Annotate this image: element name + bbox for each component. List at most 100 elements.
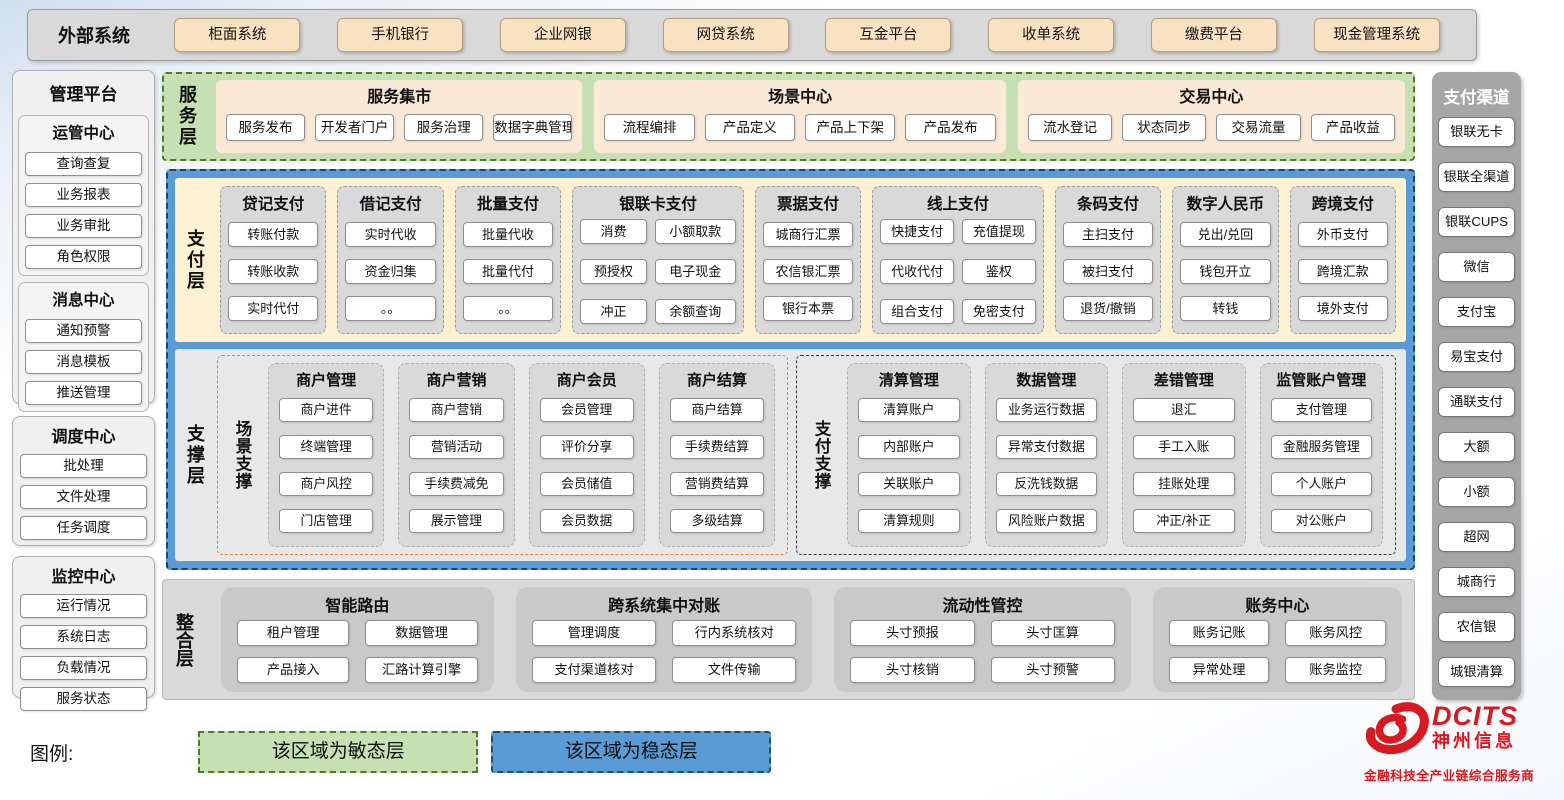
payment-layer-label: 支付层 [181,186,209,334]
column-items: 商户结算手续费结算营销费结算多级结算 [670,391,764,539]
scene-support-label: 场景支撑 [230,363,254,547]
module-box: 退汇 [1133,398,1234,422]
module-box: 评价分享 [540,435,634,459]
payment-column-batch: 批量支付 批量代收批量代付。。 [455,186,561,334]
module-box: 服务状态 [20,687,147,711]
section-items: 头寸预报头寸匡算头寸核销头寸预警 [850,618,1114,684]
management-platform-title: 管理平台 [18,75,149,109]
module-box: 文件处理 [20,485,147,509]
module-box: 支付渠道核对 [532,657,656,683]
group-items: 批处理文件处理任务调度 [18,454,149,540]
section-title: 账务中心 [1169,589,1386,618]
integration-layer-label: 整合层 [169,587,199,692]
column-title: 商户管理 [279,366,373,391]
group-title: 消息中心 [23,285,144,312]
group-items: 运行情况系统日志负载情况服务状态 [18,594,149,711]
scene-support-section: 场景支撑 商户管理 商户进件终端管理商户风控门店管理 商户营销 商户营销营销活动… [217,355,788,555]
section-title: 交易中心 [1028,83,1395,107]
module-box: 通知预警 [25,319,142,343]
module-box: 批量代付 [463,259,553,284]
external-system-box: 互金平台 [825,18,951,52]
module-box: 展示管理 [409,509,503,533]
section-liquidity-control: 流动性管控 头寸预报头寸匡算头寸核销头寸预警 [834,587,1130,692]
module-box: 运行情况 [20,594,147,618]
external-system-box: 收单系统 [988,18,1114,52]
channel-box: 银联无卡 [1438,117,1515,147]
group-dispatch-center: 调度中心 批处理文件处理任务调度 [12,416,155,546]
external-systems-label: 外部系统 [58,22,130,48]
legend: 图例: 该区域为敏态层 该区域为稳态层 [30,731,771,773]
external-systems-items: 柜面系统手机银行企业网银网贷系统互金平台收单系统缴费平台现金管理系统 [156,18,1476,52]
column-items: 兑出/兑回钱包开立转钱 [1180,216,1270,327]
payment-column-unionpay-card: 银联卡支付 消费小额取款预授权电子现金冲正余额查询 [572,186,744,334]
channel-box: 微信 [1438,252,1515,282]
column-items: 商户进件终端管理商户风控门店管理 [279,391,373,539]
module-box: 角色权限 [25,245,142,269]
group-title: 监控中心 [18,561,149,587]
section-smart-routing: 智能路由 租户管理数据管理产品接入汇路计算引擎 [221,587,494,692]
channel-box: 大额 [1438,432,1515,462]
section-title: 跨系统集中对账 [532,589,796,618]
module-box: 消息模板 [25,350,142,374]
module-box: 业务报表 [25,183,142,207]
module-box: 管理调度 [532,620,656,646]
column-title: 差错管理 [1133,366,1234,391]
column-title: 监管账户管理 [1271,366,1372,391]
section-title: 流动性管控 [850,589,1114,618]
external-system-box: 企业网银 [500,18,626,52]
module-box: 跨境汇款 [1298,259,1388,284]
section-items: 流水登记状态同步交易流量产品收益 [1028,107,1395,147]
module-box: 租户管理 [237,620,349,646]
module-box: 产品定义 [705,114,795,141]
module-box: 商户营销 [409,398,503,422]
section-items: 租户管理数据管理产品接入汇路计算引擎 [237,618,478,684]
channel-box: 易宝支付 [1438,342,1515,372]
column-items: 业务运行数据异常支付数据反洗钱数据风险账户数据 [996,391,1097,539]
module-box: 异常处理 [1169,657,1270,683]
module-box: 服务发布 [226,114,305,141]
group-title: 调度中心 [18,421,149,447]
group-monitor-center: 监控中心 运行情况系统日志负载情况服务状态 [12,556,155,698]
module-box: 实时代收 [345,222,435,247]
module-box: 会员管理 [540,398,634,422]
module-box: 产品发布 [905,114,995,141]
payment-channels-title: 支付渠道 [1437,78,1516,110]
group-message-center: 消息中心 通知预警消息模板推送管理 [18,282,149,412]
payment-column-debit: 借记支付 实时代收资金归集。。 [337,186,443,334]
module-box: 数据字典管理 [493,114,572,141]
external-system-box: 缴费平台 [1151,18,1277,52]
module-box: 转账付款 [228,222,318,247]
logo-cn-name: 神州信息 [1432,730,1518,752]
payment-channels-items: 银联无卡银联全渠道银联CUPS微信支付宝易宝支付通联支付大额小额超网城商行农信银… [1437,110,1516,694]
support-column-merchant-member: 商户会员 会员管理评价分享会员储值会员数据 [529,363,645,547]
group-operation-center: 运管中心 查询查复业务报表业务审批角色权限 [18,115,149,276]
column-items: 消费小额取款预授权电子现金冲正余额查询 [580,216,736,327]
module-box: 代收代付 [880,259,954,284]
column-title: 商户会员 [540,366,634,391]
module-box: 服务治理 [404,114,483,141]
module-box: 账务监控 [1285,657,1386,683]
support-column-data-mgmt: 数据管理 业务运行数据异常支付数据反洗钱数据风险账户数据 [985,363,1108,547]
management-platform-panel: 管理平台 运管中心 查询查复业务报表业务审批角色权限 消息中心 通知预警消息模板… [12,70,155,404]
module-box: 营销活动 [409,435,503,459]
module-box: 批处理 [20,454,147,478]
module-box: 流程编排 [604,114,694,141]
support-layer: 支撑层 场景支撑 商户管理 商户进件终端管理商户风控门店管理 商户营销 商户营销… [175,349,1406,561]
module-box: 产品收益 [1311,114,1395,141]
support-column-merchant-settlement: 商户结算 商户结算手续费结算营销费结算多级结算 [659,363,775,547]
module-box: 商户风控 [279,472,373,496]
support-layer-label: 支撑层 [181,355,209,555]
section-service-market: 服务集市 服务发布开发者门户服务治理数据字典管理 [216,80,582,153]
column-items: 主扫支付被扫支付退货/撤销 [1063,216,1153,327]
payment-column-barcode: 条码支付 主扫支付被扫支付退货/撤销 [1055,186,1161,334]
module-box: 推送管理 [25,381,142,405]
module-box: 退货/撤销 [1063,296,1153,321]
module-box: 反洗钱数据 [996,472,1097,496]
column-title: 线上支付 [880,190,1036,216]
module-box: 小额取款 [655,219,736,244]
module-box: 主扫支付 [1063,222,1153,247]
channel-box: 城商行 [1438,567,1515,597]
module-box: 商户进件 [279,398,373,422]
payment-support-label: 支付支撑 [809,363,833,547]
module-box: 关联账户 [858,472,959,496]
